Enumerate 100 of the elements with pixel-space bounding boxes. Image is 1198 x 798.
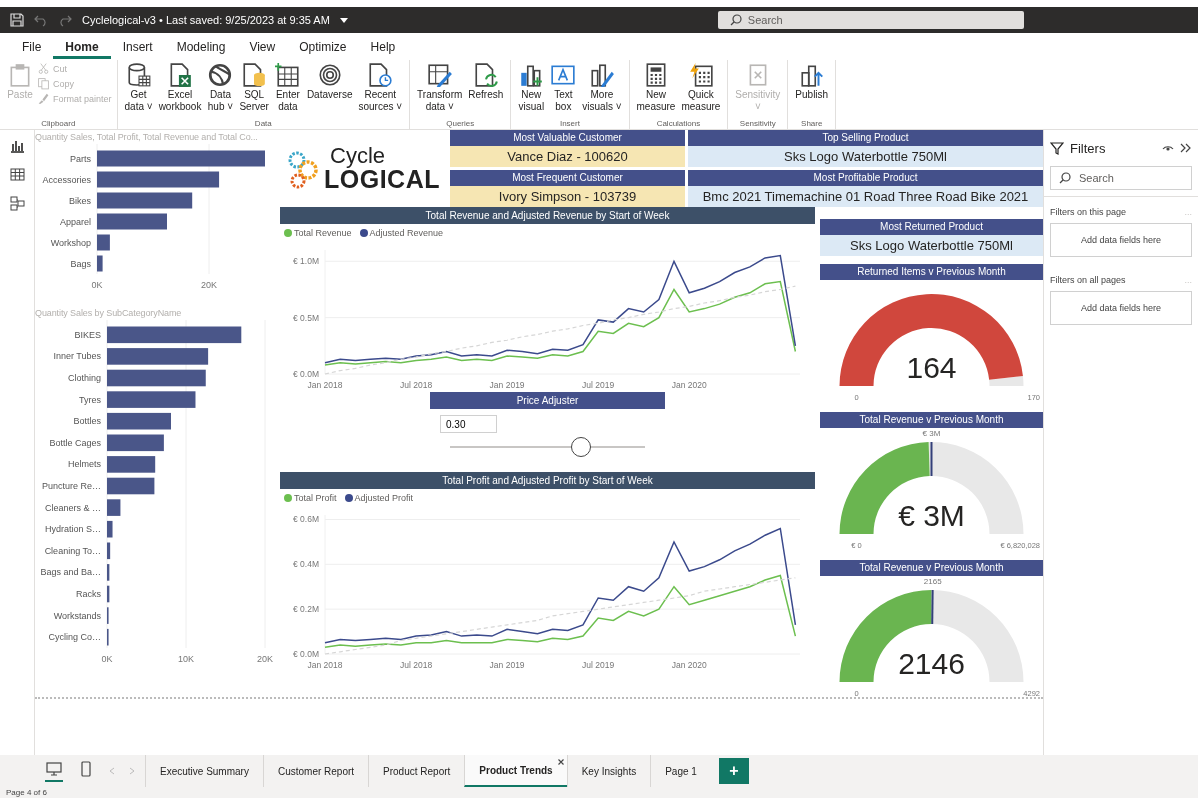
axis-label: Jan 2018 [307, 380, 343, 390]
axis-label: Jan 2020 [671, 660, 707, 670]
ribbon-button[interactable]: Transform data ˅ [415, 62, 465, 113]
category-label: Helmets [68, 459, 101, 470]
chart-header: Total Profit and Adjusted Profit by Start of Week [280, 472, 815, 489]
menu-tab[interactable]: Home [53, 34, 111, 59]
axis-label: Jan 2018 [307, 660, 343, 670]
page-tab[interactable]: Product Trends [464, 755, 567, 787]
axis-label: € 0.2M [293, 604, 319, 615]
group-label: Queries [445, 119, 476, 129]
category-label: Cleaning To… [44, 545, 101, 556]
menu-tab[interactable]: Modeling [164, 34, 238, 59]
slicer-header: Price Adjuster [430, 392, 665, 409]
ribbon-button[interactable]: Quick measure [679, 62, 723, 113]
save-icon[interactable] [10, 13, 24, 27]
table-icon[interactable] [9, 167, 25, 182]
axis-label: 20K [201, 280, 217, 290]
add-page-button[interactable]: + [718, 758, 749, 784]
value-field[interactable]: 0.30 [440, 415, 497, 433]
menu-tab[interactable]: File [10, 34, 54, 59]
caret-icon[interactable] [339, 16, 348, 24]
gauge-header: Returned Items v Previous Month [820, 264, 1043, 280]
ribbon-button[interactable]: Get data ˅ [122, 62, 155, 113]
axis-label: 0K [91, 280, 103, 290]
logo-text: Cycle [329, 145, 386, 167]
ribbon-button[interactable]: More visuals ˅ [580, 62, 624, 113]
menu-tab[interactable]: Insert [110, 34, 165, 59]
bar [107, 542, 111, 560]
ribbon-button[interactable]: Recent sources ˅ [356, 62, 405, 113]
category-label: Bikes [69, 195, 91, 206]
slider-thumb[interactable] [570, 437, 591, 457]
search-icon [729, 14, 742, 26]
calculator-bolt-icon [687, 62, 714, 88]
group-label: Calculations [655, 119, 702, 129]
axis-label: Jul 2019 [582, 660, 615, 670]
ribbon-button[interactable]: Publish [793, 62, 831, 101]
category-label: Hydration S… [44, 524, 101, 535]
category-label: Bags [70, 258, 91, 269]
card-header: Most Profitable Product [688, 170, 1043, 186]
desktop-icon[interactable] [45, 760, 63, 782]
axis-label: Jan 2019 [489, 380, 525, 390]
group-label: Insert [558, 119, 581, 129]
rings-icon [316, 62, 343, 88]
window-title: Cyclelogical-v3 • Last saved: 9/25/2023 at 9:35 AM [82, 14, 330, 26]
bar [107, 585, 110, 603]
axis-label: € 0.0M [293, 649, 319, 659]
collapse-icon[interactable] [1180, 143, 1192, 153]
search-field[interactable]: Search [717, 11, 1024, 29]
table-icon [274, 62, 301, 88]
menu-tab[interactable]: Optimize [287, 34, 359, 59]
target-marker [930, 441, 933, 477]
clock-document-icon [367, 62, 394, 88]
menu-tab[interactable]: View [237, 34, 288, 59]
ribbon-button[interactable]: New measure [634, 62, 678, 113]
table-pen-icon [426, 62, 453, 88]
target-marker [931, 589, 934, 625]
group-label: Share [800, 119, 824, 129]
ribbon-button[interactable]: Enter data [272, 62, 303, 113]
category-label: Bottles [73, 416, 101, 427]
ribbon-button[interactable]: SQL Server [237, 62, 271, 113]
scissors-icon [37, 62, 50, 75]
group-label: Data [253, 119, 273, 129]
drop-zone[interactable]: Add data fields here [1050, 291, 1192, 325]
card-value: Sks Logo Waterbottle 750Ml [820, 235, 1043, 256]
ribbon-button[interactable]: Excel workbook [156, 62, 204, 113]
menu-tab[interactable]: Help [358, 34, 408, 59]
group-label: Clipboard [40, 119, 77, 129]
redo-icon[interactable] [58, 13, 72, 27]
card-header: Most Returned Product [820, 219, 1043, 235]
legend-label: Total Revenue [294, 228, 352, 238]
eye-icon[interactable] [1162, 143, 1174, 153]
category-label: Workstands [53, 610, 101, 621]
axis-label: 0K [101, 654, 113, 664]
ribbon-button[interactable]: New visual [516, 62, 547, 113]
section-title: Filters on this page [1050, 207, 1127, 217]
gauge-header: Total Revenue v Previous Month [820, 412, 1043, 428]
bar [107, 564, 110, 581]
chart-header: Total Revenue and Adjusted Revenue by Start of Week [280, 207, 815, 224]
drop-zone[interactable]: Add data fields here [1050, 223, 1192, 257]
category-label: Puncture Re… [41, 481, 101, 491]
card-value: Ivory Simpson - 103739 [450, 186, 685, 207]
model-icon[interactable] [9, 196, 25, 211]
chart-pen-icon [588, 62, 615, 88]
axis-label: € 1.0M [293, 256, 319, 267]
gauge-value: 2146 [898, 647, 965, 680]
ribbon-button[interactable]: Refresh [466, 62, 506, 101]
category-label: Tyres [79, 394, 101, 405]
axis-label: Jan 2020 [671, 380, 707, 390]
ribbon-button[interactable]: Data hub ˅ [205, 62, 236, 113]
status-text: Page 4 of 6 [0, 787, 1198, 798]
card-value: Bmc 2021 Timemachine 01 Road Three Road Bike 2021 [688, 186, 1043, 207]
target-label: 2165 [923, 577, 942, 586]
report-view-icon[interactable] [9, 138, 25, 153]
ribbon-button[interactable]: Text box [548, 62, 579, 113]
bar [107, 499, 121, 516]
ribbon-button[interactable]: Dataverse [304, 62, 355, 101]
card-header: Most Frequent Customer [450, 170, 685, 186]
search-field[interactable]: Search [1050, 166, 1192, 190]
undo-icon[interactable] [34, 13, 48, 27]
close-icon[interactable] [557, 759, 564, 765]
